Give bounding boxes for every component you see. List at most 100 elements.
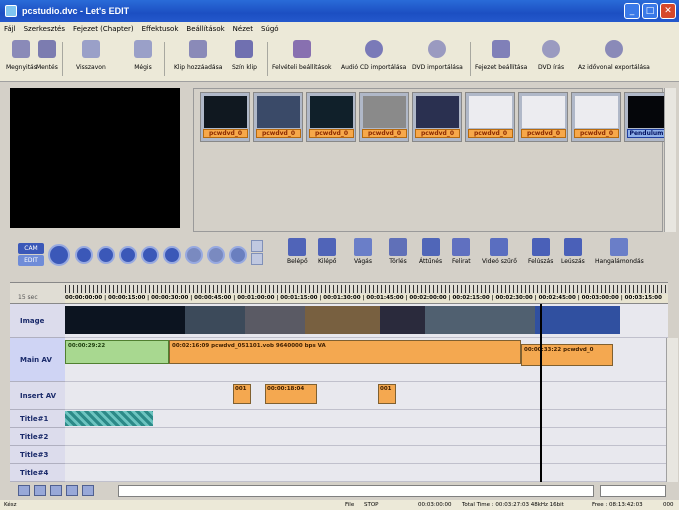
audio-cd-import-button[interactable]: Audió CD importálása — [341, 40, 406, 71]
clip-thumbnail[interactable]: pcwdvd_0 — [359, 92, 409, 142]
clip-thumbnail[interactable]: pcwdvd_0 — [306, 92, 356, 142]
ruler-scale — [65, 285, 668, 293]
timeline-export-button[interactable]: Az idővonal exportálása — [578, 40, 650, 71]
track-label-title3: Title#3 — [10, 446, 65, 464]
menu-file[interactable]: Fájl — [4, 25, 16, 33]
mark-out-button[interactable]: Kilépő — [318, 238, 336, 265]
loop-icon[interactable] — [207, 246, 225, 264]
title2-track[interactable] — [65, 428, 668, 446]
track-label-insert-av: Insert AV — [10, 382, 65, 410]
clip-thumbnail[interactable]: pcwdvd_0 — [412, 92, 462, 142]
zoom-icon[interactable] — [34, 485, 46, 496]
clip-thumbnail[interactable]: Pendulum — [624, 92, 668, 142]
title-button[interactable]: Felirat — [452, 238, 471, 265]
dvd-import-button[interactable]: DVD importálása — [412, 40, 463, 71]
clip-thumbnail[interactable]: pcwdvd_0 — [465, 92, 515, 142]
go-end-icon[interactable] — [163, 246, 181, 264]
dvd-burn-button[interactable]: DVD írás — [538, 40, 564, 71]
status-free: Free : 08:13:42:03 — [592, 502, 643, 508]
ruler-timecodes: 00:00:00:00 | 00:00:15:00 | 00:00:30:00 … — [65, 294, 668, 303]
track-label-title2: Title#2 — [10, 428, 65, 446]
clip-thumbnail[interactable]: pcwdvd_0 — [518, 92, 568, 142]
image-thumb — [305, 306, 380, 334]
title1-track[interactable] — [65, 410, 668, 428]
clip-thumbnail[interactable]: pcwdvd_0 — [571, 92, 621, 142]
view-toggle-icon[interactable] — [251, 240, 263, 252]
chapter-settings-button[interactable]: Fejezet beállítása — [475, 40, 527, 71]
menu-effects[interactable]: Effektusok — [142, 25, 179, 33]
image-track[interactable] — [65, 304, 668, 338]
menu-settings[interactable]: Beállítások — [186, 25, 224, 33]
close-icon[interactable]: ✕ — [660, 3, 676, 19]
cam-mode-button[interactable]: CAM — [18, 243, 44, 254]
add-clip-button[interactable]: Klip hozzáadása — [174, 40, 222, 71]
zoom-icon[interactable] — [18, 485, 30, 496]
stop-icon[interactable] — [75, 246, 93, 264]
status-extra: 000 — [663, 502, 674, 508]
status-position: 00:03:00:00 — [418, 502, 452, 508]
clip-image — [363, 96, 406, 128]
title-clip[interactable] — [65, 411, 153, 426]
fade-out-button[interactable]: Leúszás — [561, 238, 585, 265]
zoom-icon[interactable] — [82, 485, 94, 496]
maximize-icon[interactable]: □ — [642, 3, 658, 19]
zoom-icon[interactable] — [66, 485, 78, 496]
edit-mode-button[interactable]: EDIT — [18, 255, 44, 266]
menu-help[interactable]: Súgó — [261, 25, 279, 33]
insert-av-track[interactable]: 001 00:00:18:04 001 — [65, 382, 668, 410]
zoom-slider[interactable] — [600, 485, 666, 497]
cut-button[interactable]: Vágás — [354, 238, 372, 265]
main-toolbar: Megnyitás Mentés Visszavon Mégis Klip ho… — [0, 36, 679, 82]
narration-button[interactable]: Hangalámondás — [595, 238, 644, 265]
zoom-icon[interactable] — [50, 485, 62, 496]
open-button[interactable]: Megnyitás — [6, 40, 37, 71]
record-settings-button[interactable]: Felvételi beállítások — [272, 40, 332, 71]
save-icon — [37, 40, 56, 58]
minimize-icon[interactable]: _ — [624, 3, 640, 19]
timeline-ruler[interactable]: 15 sec 00:00:00:00 | 00:00:15:00 | 00:00… — [10, 282, 668, 304]
status-ready: Kész — [4, 502, 17, 508]
mark-in-button[interactable]: Belépő — [287, 238, 308, 265]
clip-thumbnail[interactable]: pcwdvd_0 — [200, 92, 250, 142]
insert-av-clip[interactable]: 001 — [233, 384, 251, 404]
delete-button[interactable]: Törlés — [389, 238, 407, 265]
main-av-clip[interactable]: 00:00:33:22 pcwdvd_0 — [521, 344, 613, 366]
clip-image — [310, 96, 353, 128]
play-icon[interactable] — [48, 244, 70, 266]
main-av-clip[interactable]: 00:02:16:09 pcwdvd_051101.vob 9640000 bp… — [169, 340, 521, 364]
clip-image — [257, 96, 300, 128]
ruler-scale-label: 15 sec — [18, 294, 38, 301]
save-button[interactable]: Mentés — [36, 40, 58, 71]
playhead[interactable] — [540, 304, 542, 482]
clip-thumbnail[interactable]: pcwdvd_0 — [253, 92, 303, 142]
title3-track[interactable] — [65, 446, 668, 464]
menu-view[interactable]: Nézet — [233, 25, 253, 33]
fade-out-icon — [563, 238, 582, 256]
horizontal-scrollbar[interactable] — [118, 485, 594, 497]
view-toggle-icon[interactable] — [251, 253, 263, 265]
insert-av-clip[interactable]: 001 — [378, 384, 396, 404]
microphone-icon — [610, 238, 629, 256]
insert-av-clip[interactable]: 00:00:18:04 — [265, 384, 317, 404]
video-filter-button[interactable]: Videó szűrő — [482, 238, 517, 265]
clip-bin-scrollbar[interactable] — [664, 88, 676, 232]
transition-button[interactable]: Áttűnés — [419, 238, 442, 265]
record-button-icon[interactable] — [185, 246, 203, 264]
undo-button[interactable]: Visszavon — [76, 40, 106, 71]
track-label-title4: Title#4 — [10, 464, 65, 482]
track-label-image: Image — [10, 304, 65, 338]
main-av-clip[interactable]: 00:00:29:22 — [65, 340, 169, 364]
main-av-track[interactable]: 00:00:29:22 00:02:16:09 pcwdvd_051101.vo… — [65, 338, 668, 382]
fade-in-button[interactable]: Felúszás — [528, 238, 553, 265]
step-forward-icon[interactable] — [141, 246, 159, 264]
color-clip-button[interactable]: Szín klip — [232, 40, 257, 71]
title4-track[interactable] — [65, 464, 668, 482]
step-back-icon[interactable] — [119, 246, 137, 264]
menu-edit[interactable]: Szerkesztés — [24, 25, 65, 33]
refresh-icon[interactable] — [229, 246, 247, 264]
timeline-scrollbar[interactable] — [666, 338, 678, 482]
go-start-icon[interactable] — [97, 246, 115, 264]
timeline-footer — [0, 482, 679, 500]
redo-button[interactable]: Mégis — [134, 40, 152, 71]
menu-chapter[interactable]: Fejezet (Chapter) — [73, 25, 134, 33]
